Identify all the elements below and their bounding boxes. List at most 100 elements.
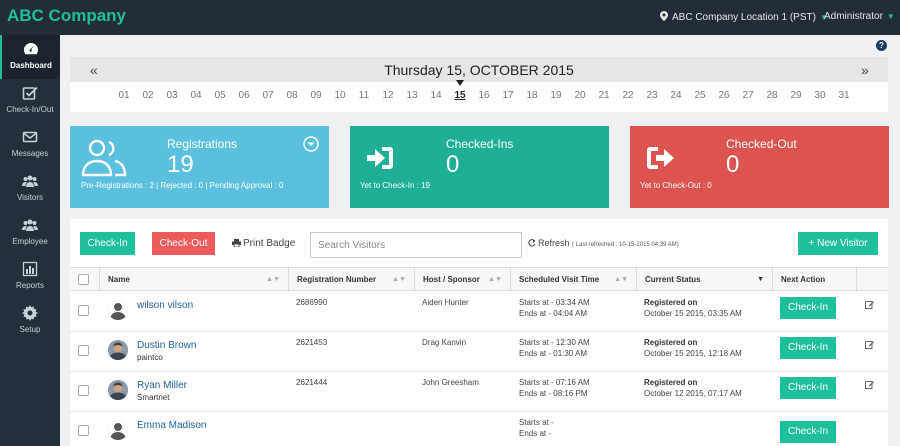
checked-ins-card[interactable]: Checked-Ins 0 Yet to Check-In : 19 (350, 126, 609, 208)
chevron-down-circle-icon[interactable] (303, 136, 319, 152)
avatar (108, 340, 128, 360)
sidebar-item-dashboard[interactable]: Dashboard (0, 35, 60, 79)
day-21[interactable]: 21 (594, 90, 614, 101)
row-check-in-button[interactable]: Check-In (780, 377, 836, 399)
day-05[interactable]: 05 (210, 90, 230, 101)
day-12[interactable]: 12 (378, 90, 398, 101)
day-03[interactable]: 03 (162, 90, 182, 101)
day-09[interactable]: 09 (306, 90, 326, 101)
day-02[interactable]: 02 (138, 90, 158, 101)
day-22[interactable]: 22 (618, 90, 638, 101)
check-in-button[interactable]: Check-In (80, 232, 135, 255)
day-04[interactable]: 04 (186, 90, 206, 101)
day-11[interactable]: 11 (354, 90, 374, 101)
day-30[interactable]: 30 (810, 90, 830, 101)
gear-icon (22, 305, 38, 321)
row-checkbox[interactable] (78, 305, 89, 316)
edit-icon[interactable] (865, 380, 874, 389)
row-checkbox[interactable] (78, 425, 89, 436)
row-check-in-button[interactable]: Check-In (780, 297, 836, 319)
brand-logo[interactable]: ABC Company (7, 6, 126, 26)
new-visitor-button[interactable]: + New Visitor (798, 232, 878, 255)
avatar (108, 420, 128, 440)
column-current-status[interactable]: Current Status ▼ (636, 268, 772, 292)
sidebar-item-messages[interactable]: Messages (0, 123, 60, 167)
day-10[interactable]: 10 (330, 90, 350, 101)
refresh-button[interactable]: Refresh ( Last refreshed : 10-15-2015 04… (528, 238, 679, 248)
day-26[interactable]: 26 (714, 90, 734, 101)
day-16[interactable]: 16 (474, 90, 494, 101)
registrations-breakdown: Pre-Registrations : 2 | Rejected : 0 | P… (81, 181, 284, 190)
visitor-name[interactable]: wilson vilson (137, 300, 193, 311)
day-24[interactable]: 24 (666, 90, 686, 101)
day-07[interactable]: 07 (258, 90, 278, 101)
day-28[interactable]: 28 (762, 90, 782, 101)
day-01[interactable]: 01 (114, 90, 134, 101)
column-host-sponsor[interactable]: Host / Sponsor ▲▼ (414, 268, 510, 292)
day-25[interactable]: 25 (690, 90, 710, 101)
column-name[interactable]: Name ▲▼ (99, 268, 288, 292)
check-out-button[interactable]: Check-Out (152, 232, 215, 255)
map-pin-icon (660, 11, 668, 21)
edit-icon[interactable] (865, 340, 874, 349)
day-27[interactable]: 27 (738, 90, 758, 101)
sidebar-item-visitors[interactable]: Visitors (0, 167, 60, 211)
day-20[interactable]: 20 (570, 90, 590, 101)
next-month-button[interactable]: » (861, 62, 869, 78)
sidebar-item-check-in-out[interactable]: Check-In/Out (0, 79, 60, 123)
help-icon[interactable]: ? (876, 40, 887, 51)
dashboard-icon (24, 43, 38, 55)
visitor-company: paintco (137, 353, 163, 362)
day-31[interactable]: 31 (834, 90, 854, 101)
sort-icon: ▲▼ (392, 276, 406, 283)
sidebar-item-setup[interactable]: Setup (0, 299, 60, 343)
location-selector[interactable]: ABC Company Location 1 (PST) ▼ (660, 11, 828, 23)
day-13[interactable]: 13 (402, 90, 422, 101)
visitor-name[interactable]: Dustin Brown (137, 340, 196, 351)
column-scheduled-visit-time[interactable]: Scheduled Visit Time ▲▼ (510, 268, 636, 292)
date-navigator: « Thursday 15, OCTOBER 2015 » (70, 57, 888, 82)
sidebar-item-reports[interactable]: Reports (0, 255, 60, 299)
sidebar-item-label: Dashboard (10, 61, 52, 70)
row-check-in-button[interactable]: Check-In (780, 421, 836, 443)
printer-icon (232, 239, 241, 248)
row-check-in-button[interactable]: Check-In (780, 337, 836, 359)
select-all-checkbox[interactable] (78, 274, 89, 285)
day-23[interactable]: 23 (642, 90, 662, 101)
day-29[interactable]: 29 (786, 90, 806, 101)
search-input[interactable] (310, 232, 522, 258)
edit-icon[interactable] (865, 300, 874, 309)
registration-number: 2686990 (296, 298, 328, 307)
day-06[interactable]: 06 (234, 90, 254, 101)
row-checkbox[interactable] (78, 385, 89, 396)
print-badge-button[interactable]: Print Badge (232, 238, 295, 249)
yet-to-check-in: Yet to Check-In : 19 (360, 181, 430, 190)
selected-day-marker (456, 80, 464, 86)
day-17[interactable]: 17 (498, 90, 518, 101)
day-14[interactable]: 14 (426, 90, 446, 101)
checked-out-card[interactable]: Checked-Out 0 Yet to Check-Out : 0 (630, 126, 889, 208)
visitor-name[interactable]: Emma Madison (137, 420, 206, 431)
sidebar-item-employee[interactable]: Employee (0, 211, 60, 255)
visit-end-time: Ends at - (519, 429, 552, 438)
day-18[interactable]: 18 (522, 90, 542, 101)
current-status: Registered on (644, 338, 698, 347)
current-status: Registered on (644, 378, 698, 387)
day-19[interactable]: 19 (546, 90, 566, 101)
registrations-card[interactable]: Registrations 19 Pre-Registrations : 2 |… (70, 126, 329, 208)
column-edit (856, 268, 888, 292)
day-15[interactable]: 15 (450, 90, 470, 101)
visitor-name[interactable]: Ryan Miller (137, 380, 187, 391)
users-icon (22, 219, 38, 231)
sidebar: Dashboard Check-In/Out Messages Visitors… (0, 35, 60, 446)
user-menu[interactable]: Administrator ▼ (824, 11, 895, 22)
column-registration-number[interactable]: Registration Number ▲▼ (288, 268, 414, 292)
refresh-label: Refresh (538, 238, 570, 248)
caret-down-icon: ▼ (886, 12, 895, 21)
visit-end-time: Ends at - 04:04 AM (519, 309, 588, 318)
host-sponsor: Drag Kanvin (422, 338, 467, 347)
visit-start-time: Starts at - (519, 418, 554, 427)
visit-start-time: Starts at - 07:16 AM (519, 378, 590, 387)
day-08[interactable]: 08 (282, 90, 302, 101)
row-checkbox[interactable] (78, 345, 89, 356)
